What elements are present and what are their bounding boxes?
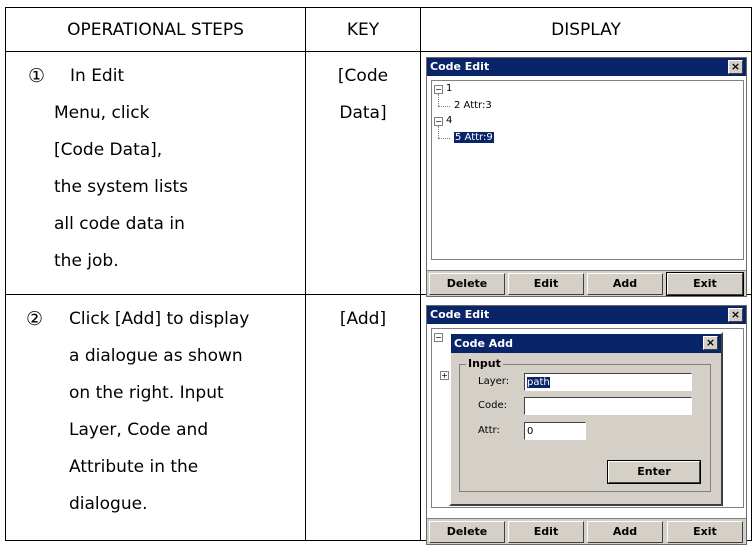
step-2-line-3: on the right. Input [69,383,224,403]
delete-button[interactable]: Delete [429,273,505,295]
header-key: KEY [305,7,421,52]
enter-button[interactable]: Enter [607,460,701,484]
code-add-title: Code Add [454,337,514,350]
step-1-line-6: the job. [54,251,119,271]
edit-button[interactable]: Edit [508,273,584,295]
close-button[interactable]: × [728,308,743,322]
tree-node-1[interactable]: 1 [446,83,452,94]
step-2-line-5: Attribute in the [69,457,199,477]
attr-input[interactable]: 0 [524,422,586,440]
step-1-number: ① [28,65,46,87]
step-2-line-1: Click [Add] to display [69,309,250,329]
code-add-dialog: Code Add × Input Layer: path Code: Attr:… [449,332,723,506]
input-groupbox: Input Layer: path Code: Attr: 0 Enter [459,357,711,492]
close-button[interactable]: × [728,60,743,74]
code-edit-title: Code Edit [430,60,490,73]
step-2-number: ② [26,308,44,330]
code-edit-title: Code Edit [430,308,490,321]
delete-button[interactable]: Delete [429,521,505,543]
step-2-line-4: Layer, Code and [69,420,209,440]
dialog-close-button[interactable]: × [703,336,718,350]
tree-node-2[interactable]: 2 Attr:3 [454,100,492,111]
code-add-titlebar: Code Add × [451,334,721,353]
step-2-key-line-1: [Add] [339,309,387,329]
step-2-line-2: a dialogue as shown [69,346,243,366]
step-1-line-5: all code data in [54,214,185,234]
code-edit-titlebar: Code Edit × [427,306,746,324]
code-edit-titlebar: Code Edit × [427,58,746,76]
code-input[interactable] [524,397,692,415]
code-edit-screen-2: Code Edit × − + Code Add × Input Layer: … [426,305,747,545]
button-bar: Delete Edit Add Exit [427,518,746,544]
exit-button[interactable]: Exit [666,272,744,296]
add-button[interactable]: Add [587,273,663,295]
collapse-icon[interactable]: − [434,85,443,94]
tree-node-4[interactable]: 4 [446,115,452,126]
add-button[interactable]: Add [587,521,663,543]
header-display: DISPLAY [420,7,752,52]
step-1-line-4: the system lists [54,177,188,197]
step-1-line-3: [Code Data], [54,140,163,160]
step-2-line-6: dialogue. [69,494,148,514]
exit-button[interactable]: Exit [667,521,743,543]
step-1-text-cell: ① In Edit Menu, click [Code Data], the s… [5,51,306,295]
code-edit-screen-1: Code Edit × − 1 2 Attr:3 − 4 5 Attr:9 De… [426,57,747,297]
edit-button[interactable]: Edit [508,521,584,543]
collapse-icon[interactable]: − [434,117,443,126]
header-operational-steps: OPERATIONAL STEPS [5,7,306,52]
layer-value: path [527,377,550,388]
layer-input[interactable]: path [524,373,692,391]
step-1-key-line-1: [Code [337,66,389,86]
step-1-key-line-2: Data] [339,103,387,123]
step-1-line-1: In Edit [70,66,125,86]
code-tree: − 1 2 Attr:3 − 4 5 Attr:9 [431,80,744,260]
collapse-icon[interactable]: − [434,333,443,342]
code-label: Code: [478,400,507,411]
step-2-text-cell: ② Click [Add] to display a dialogue as s… [5,294,306,541]
tree-node-5-selected[interactable]: 5 Attr:9 [454,132,494,143]
step-2-key-cell: [Add] [305,294,421,541]
step-1-line-2: Menu, click [54,103,150,123]
input-group-label: Input [466,357,503,370]
layer-label: Layer: [478,376,510,387]
attr-label: Attr: [478,425,500,436]
expand-icon[interactable]: + [440,371,449,380]
button-bar: Delete Edit Add Exit [427,270,746,296]
header-row: OPERATIONAL STEPS KEY DISPLAY [5,7,752,52]
step-1-key-cell: [Code Data] [305,51,421,295]
